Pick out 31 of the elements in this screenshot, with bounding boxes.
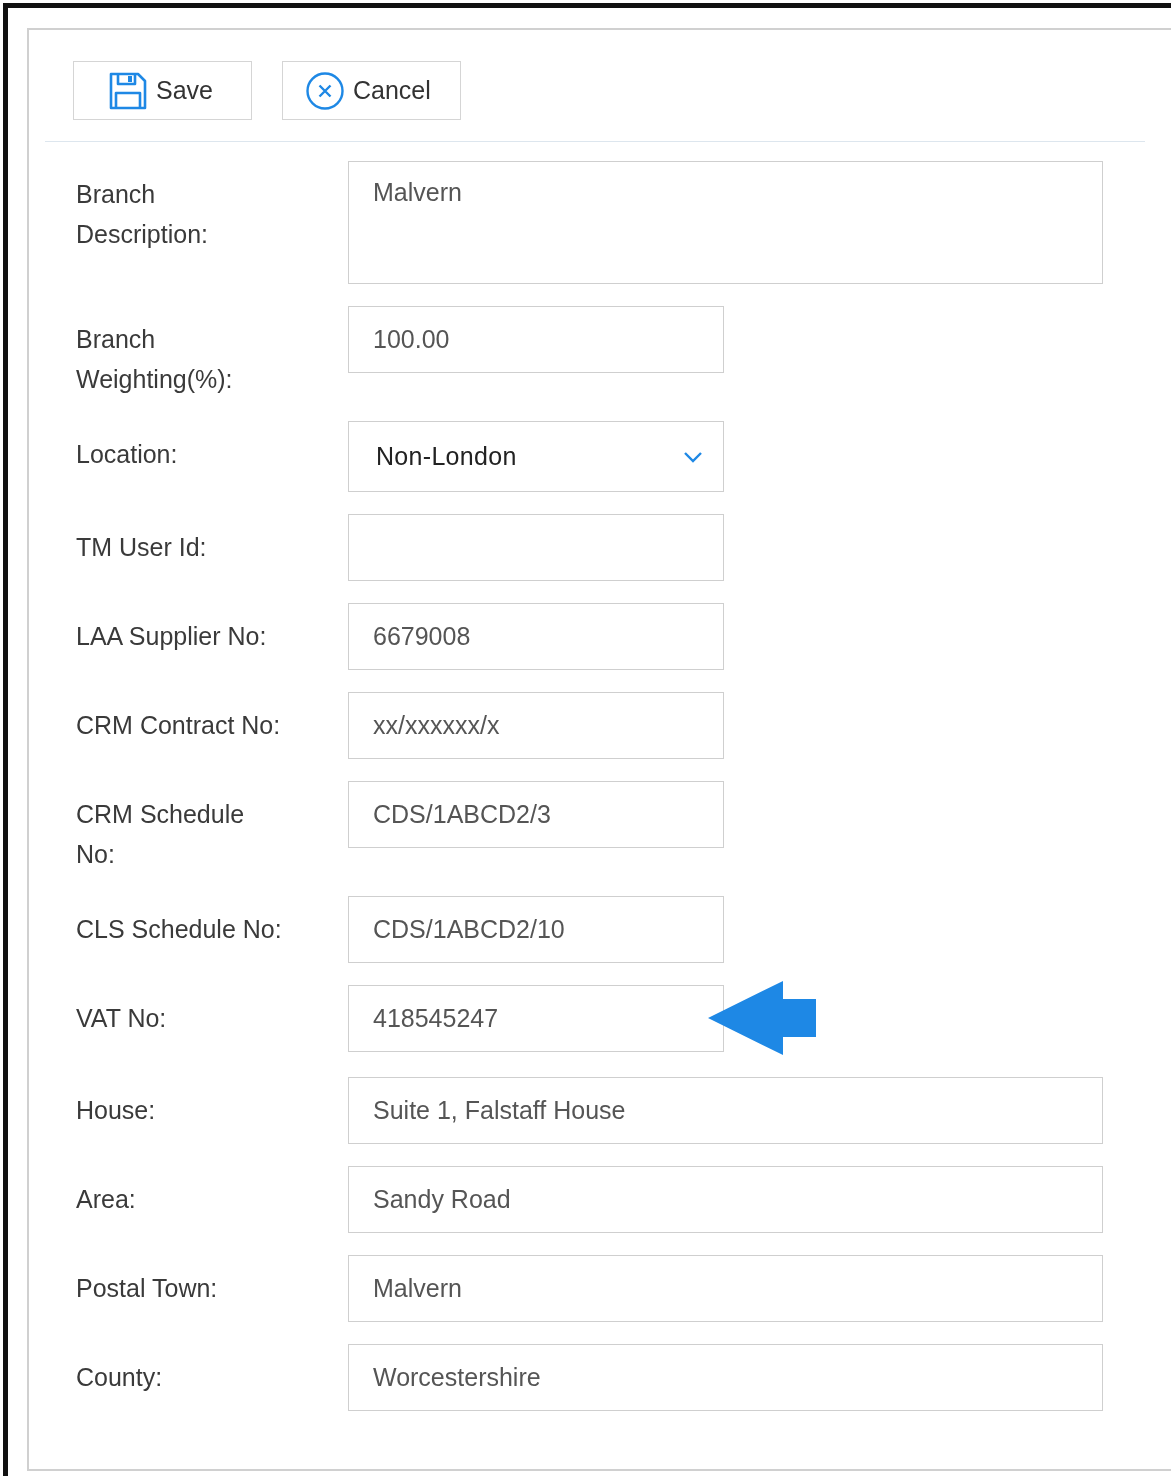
- input-field[interactable]: Sandy Road: [348, 1166, 1103, 1233]
- input-field[interactable]: xx/xxxxxx/x: [348, 692, 724, 759]
- close-icon: [305, 70, 345, 111]
- field-label: Branch Weighting(%):: [76, 324, 234, 395]
- field-label: Area:: [76, 1184, 137, 1215]
- field-label: LAA Supplier No:: [76, 621, 268, 652]
- input-field[interactable]: [348, 514, 724, 581]
- text-area[interactable]: Malvern: [348, 161, 1103, 284]
- cancel-button[interactable]: Cancel: [282, 61, 461, 120]
- field-label: CLS Schedule No:: [76, 914, 283, 945]
- input-field[interactable]: Worcestershire: [348, 1344, 1103, 1411]
- field-label: Branch Description:: [76, 179, 209, 250]
- input-field[interactable]: Suite 1, Falstaff House: [348, 1077, 1103, 1144]
- input-field[interactable]: 100.00: [348, 306, 724, 373]
- input-field[interactable]: 418545247: [348, 985, 724, 1052]
- field-label: CRM Contract No:: [76, 710, 282, 741]
- field-label: House:: [76, 1095, 157, 1126]
- input-field[interactable]: CDS/1ABCD2/10: [348, 896, 724, 963]
- chevron-down-icon: [683, 450, 703, 463]
- save-icon: [108, 70, 148, 111]
- field-label: TM User Id:: [76, 532, 208, 563]
- input-field[interactable]: CDS/1ABCD2/3: [348, 781, 724, 848]
- field-label: Location:: [76, 439, 179, 470]
- field-label: VAT No:: [76, 1003, 168, 1034]
- save-button[interactable]: Save: [73, 61, 252, 120]
- field-label: County:: [76, 1362, 164, 1393]
- input-field[interactable]: Malvern: [348, 1255, 1103, 1322]
- location-dropdown[interactable]: Non-London: [348, 421, 724, 492]
- field-label: CRM Schedule No:: [76, 799, 246, 870]
- input-field[interactable]: 6679008: [348, 603, 724, 670]
- field-label: Postal Town:: [76, 1273, 219, 1304]
